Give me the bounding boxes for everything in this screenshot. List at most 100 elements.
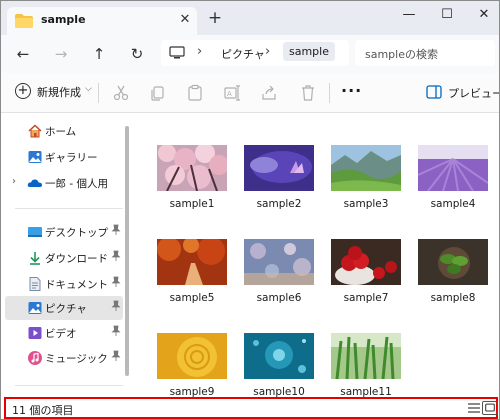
- minimize-button[interactable]: —: [398, 5, 420, 25]
- tab-title: sample: [41, 13, 86, 26]
- refresh-button[interactable]: ↻: [125, 42, 149, 66]
- maximize-button[interactable]: ☐: [436, 5, 458, 25]
- thumbnail-bokeh: [244, 239, 314, 285]
- sidebar-item-gallery[interactable]: ギャラリー: [5, 145, 123, 169]
- folder-icon: [15, 14, 33, 31]
- sidebar-item-desktop[interactable]: デスクトップ: [5, 220, 123, 244]
- paste-icon[interactable]: [186, 84, 204, 102]
- file-view: sample1 sample2 sample3 sample4 sample5: [133, 113, 499, 398]
- breadcrumb-separator: ›: [265, 44, 271, 59]
- sidebar-item-documents[interactable]: ドキュメント: [5, 272, 123, 296]
- pin-icon[interactable]: [111, 325, 121, 337]
- cut-icon[interactable]: [112, 84, 130, 102]
- file-name: sample7: [343, 292, 389, 304]
- sidebar-item-label: ピクチャ: [45, 303, 87, 315]
- file-explorer-window: sample ✕ + — ☐ ✕ ← → ↑ ↻ › ピクチャ › sample…: [0, 0, 500, 420]
- tab-bar: sample ✕ + — ☐ ✕: [1, 1, 499, 35]
- sidebar-item-downloads[interactable]: ダウンロード: [5, 246, 123, 270]
- document-icon: [29, 277, 41, 291]
- toolbar-divider: [329, 83, 330, 103]
- close-tab-icon[interactable]: ✕: [177, 12, 193, 28]
- svg-text:A: A: [227, 90, 232, 98]
- more-options-button[interactable]: ···: [341, 81, 362, 100]
- thumbnail-water-drops: [244, 333, 314, 379]
- sidebar-item-onedrive[interactable]: › 一郎 - 個人用: [5, 171, 123, 195]
- pin-icon[interactable]: [111, 350, 121, 362]
- sidebar-item-label: ダウンロード: [45, 253, 108, 265]
- status-bar: 11 個の項目: [4, 397, 498, 419]
- share-icon[interactable]: [260, 84, 278, 102]
- details-view-icon[interactable]: [466, 401, 482, 415]
- navigation-pane: ホーム ギャラリー › 一郎 - 個人用 デスクトップ ダウンロード ドキュメン…: [1, 113, 123, 395]
- pin-icon[interactable]: [111, 224, 121, 236]
- sidebar-item-pictures[interactable]: ピクチャ: [5, 296, 123, 320]
- sidebar-item-label: デスクトップ: [45, 227, 108, 239]
- home-icon: [28, 124, 42, 138]
- copy-icon[interactable]: [149, 84, 167, 102]
- pin-icon[interactable]: [111, 250, 121, 262]
- large-icons-view-icon[interactable]: [482, 401, 498, 415]
- thumbnail-autumn-path: [157, 239, 227, 285]
- file-name: sample5: [169, 292, 215, 304]
- command-bar: + 新規作成 ⌵ A ··· プレビュー: [1, 73, 500, 113]
- new-button-label: 新規作成: [37, 86, 81, 99]
- thumbnail-basil: [418, 239, 488, 285]
- thumbnail-grass: [331, 333, 401, 379]
- monitor-icon: [169, 46, 185, 63]
- video-icon: [28, 327, 42, 339]
- download-icon: [30, 252, 40, 265]
- thumbnail-water-lily: [244, 145, 314, 191]
- gallery-icon: [28, 151, 42, 163]
- file-name: sample2: [256, 198, 302, 210]
- sidebar-item-label: ミュージック: [45, 353, 108, 365]
- music-icon: [28, 351, 42, 365]
- file-name: sample1: [169, 198, 215, 210]
- tab-sample[interactable]: sample ✕: [7, 7, 197, 35]
- sidebar-item-label: ホーム: [45, 126, 77, 138]
- search-box[interactable]: sampleの検索: [355, 40, 495, 66]
- close-window-button[interactable]: ✕: [473, 5, 495, 25]
- breadcrumb-separator: ›: [197, 44, 203, 59]
- address-bar[interactable]: › ピクチャ › sample: [161, 40, 349, 66]
- preview-pane-icon: [426, 85, 442, 99]
- onedrive-icon: [27, 179, 42, 187]
- sidebar-item-label: ギャラリー: [45, 152, 98, 164]
- delete-icon[interactable]: [299, 84, 317, 102]
- chevron-down-icon: ⌵: [85, 84, 92, 94]
- search-placeholder: sampleの検索: [365, 48, 438, 61]
- sidebar-divider: [15, 385, 123, 386]
- item-count: 11 個の項目: [12, 404, 74, 417]
- sidebar-item-music[interactable]: ミュージック: [5, 346, 123, 370]
- plus-icon: +: [15, 83, 31, 99]
- sidebar-item-home[interactable]: ホーム: [5, 119, 123, 143]
- file-name: sample8: [430, 292, 476, 304]
- sidebar-item-label: ドキュメント: [45, 279, 108, 291]
- desktop-icon: [28, 227, 42, 237]
- thumbnail-valley: [331, 145, 401, 191]
- sidebar-item-videos[interactable]: ビデオ: [5, 321, 123, 345]
- up-button[interactable]: ↑: [87, 42, 111, 66]
- forward-button[interactable]: →: [49, 42, 73, 66]
- toolbar-divider: [98, 83, 99, 103]
- breadcrumb-sample[interactable]: sample: [283, 42, 335, 61]
- pin-icon[interactable]: [111, 276, 121, 288]
- chevron-right-icon[interactable]: ›: [12, 176, 16, 187]
- thumbnail-cherry-blossoms: [157, 145, 227, 191]
- preview-label: プレビュー: [448, 87, 500, 100]
- file-name: sample6: [256, 292, 302, 304]
- thumbnail-yellow-rose: [157, 333, 227, 379]
- breadcrumb-pictures[interactable]: ピクチャ: [221, 46, 265, 62]
- sidebar-item-label: 一郎 - 個人用: [45, 178, 108, 190]
- sidebar-item-label: ビデオ: [45, 328, 77, 340]
- pictures-icon: [28, 302, 42, 314]
- thumbnail-lavender: [418, 145, 488, 191]
- rename-icon[interactable]: A: [223, 84, 241, 102]
- navigation-bar: ← → ↑ ↻ › ピクチャ › sample sampleの検索: [1, 35, 499, 73]
- thumbnail-strawberries: [331, 239, 401, 285]
- sidebar-scrollbar[interactable]: [125, 126, 129, 376]
- file-name: sample4: [430, 198, 476, 210]
- file-name: sample3: [343, 198, 389, 210]
- pin-icon[interactable]: [111, 300, 121, 312]
- new-tab-button[interactable]: +: [206, 9, 224, 27]
- back-button[interactable]: ←: [11, 42, 35, 66]
